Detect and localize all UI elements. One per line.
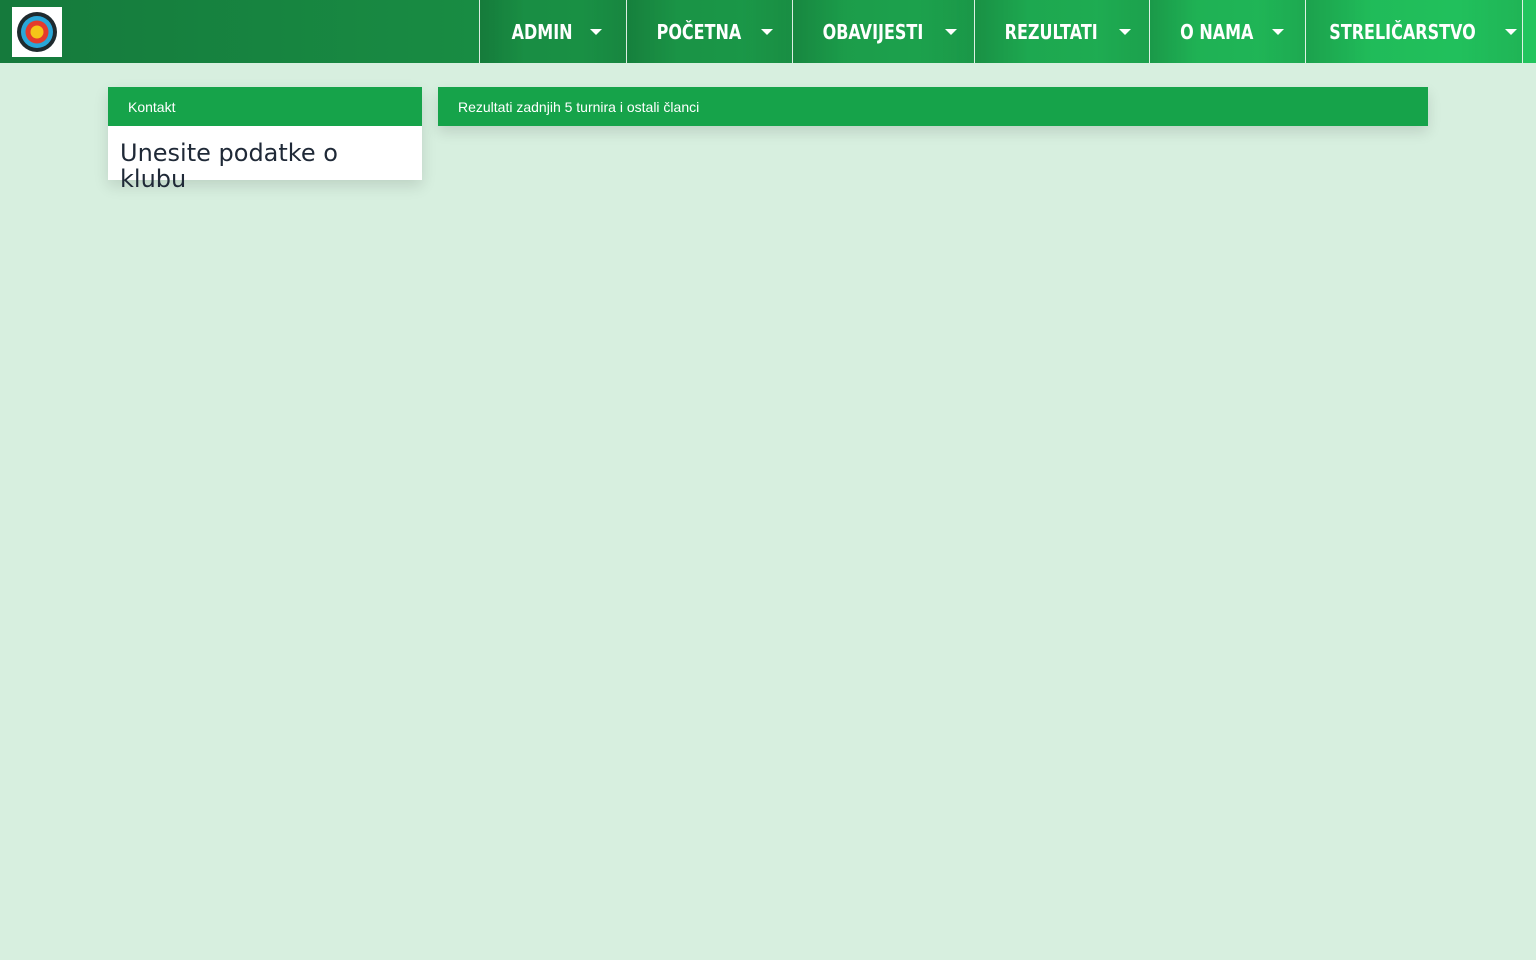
- results-panel-title: Rezultati zadnjih 5 turnira i ostali čla…: [438, 87, 1428, 126]
- club-logo[interactable]: [12, 7, 62, 57]
- nav-label: ADMIN: [511, 19, 573, 44]
- nav-item-pocetna[interactable]: POČETNA: [626, 0, 792, 63]
- main-menu: ADMIN POČETNA OBAVIJESTI REZULTATI O NAM…: [479, 0, 1523, 63]
- contact-panel-title: Kontakt: [108, 87, 422, 126]
- archery-target-icon: [17, 12, 57, 52]
- nav-label: POČETNA: [656, 19, 741, 44]
- contact-panel: Kontakt Unesite podatke o klubu: [108, 87, 422, 193]
- nav-item-o-nama[interactable]: O NAMA: [1149, 0, 1305, 63]
- nav-label: STRELIČARSTVO: [1329, 19, 1477, 44]
- top-navigation-bar: ADMIN POČETNA OBAVIJESTI REZULTATI O NAM…: [0, 0, 1536, 63]
- nav-label: O NAMA: [1179, 19, 1254, 44]
- results-panel: Rezultati zadnjih 5 turnira i ostali čla…: [438, 87, 1428, 126]
- nav-label: OBAVIJESTI: [822, 19, 923, 44]
- caret-down-icon: [1119, 28, 1132, 35]
- nav-item-rezultati[interactable]: REZULTATI: [974, 0, 1149, 63]
- caret-down-icon: [1272, 28, 1285, 35]
- nav-item-obavijesti[interactable]: OBAVIJESTI: [792, 0, 974, 63]
- nav-item-streljcarstvo[interactable]: STRELIČARSTVO: [1305, 0, 1523, 63]
- contact-panel-body: Unesite podatke o klubu: [108, 126, 422, 193]
- nav-label: REZULTATI: [1004, 19, 1098, 44]
- caret-down-icon: [590, 28, 603, 35]
- caret-down-icon: [761, 28, 774, 35]
- caret-down-icon: [945, 28, 958, 35]
- nav-item-admin[interactable]: ADMIN: [479, 0, 626, 63]
- caret-down-icon: [1504, 28, 1517, 35]
